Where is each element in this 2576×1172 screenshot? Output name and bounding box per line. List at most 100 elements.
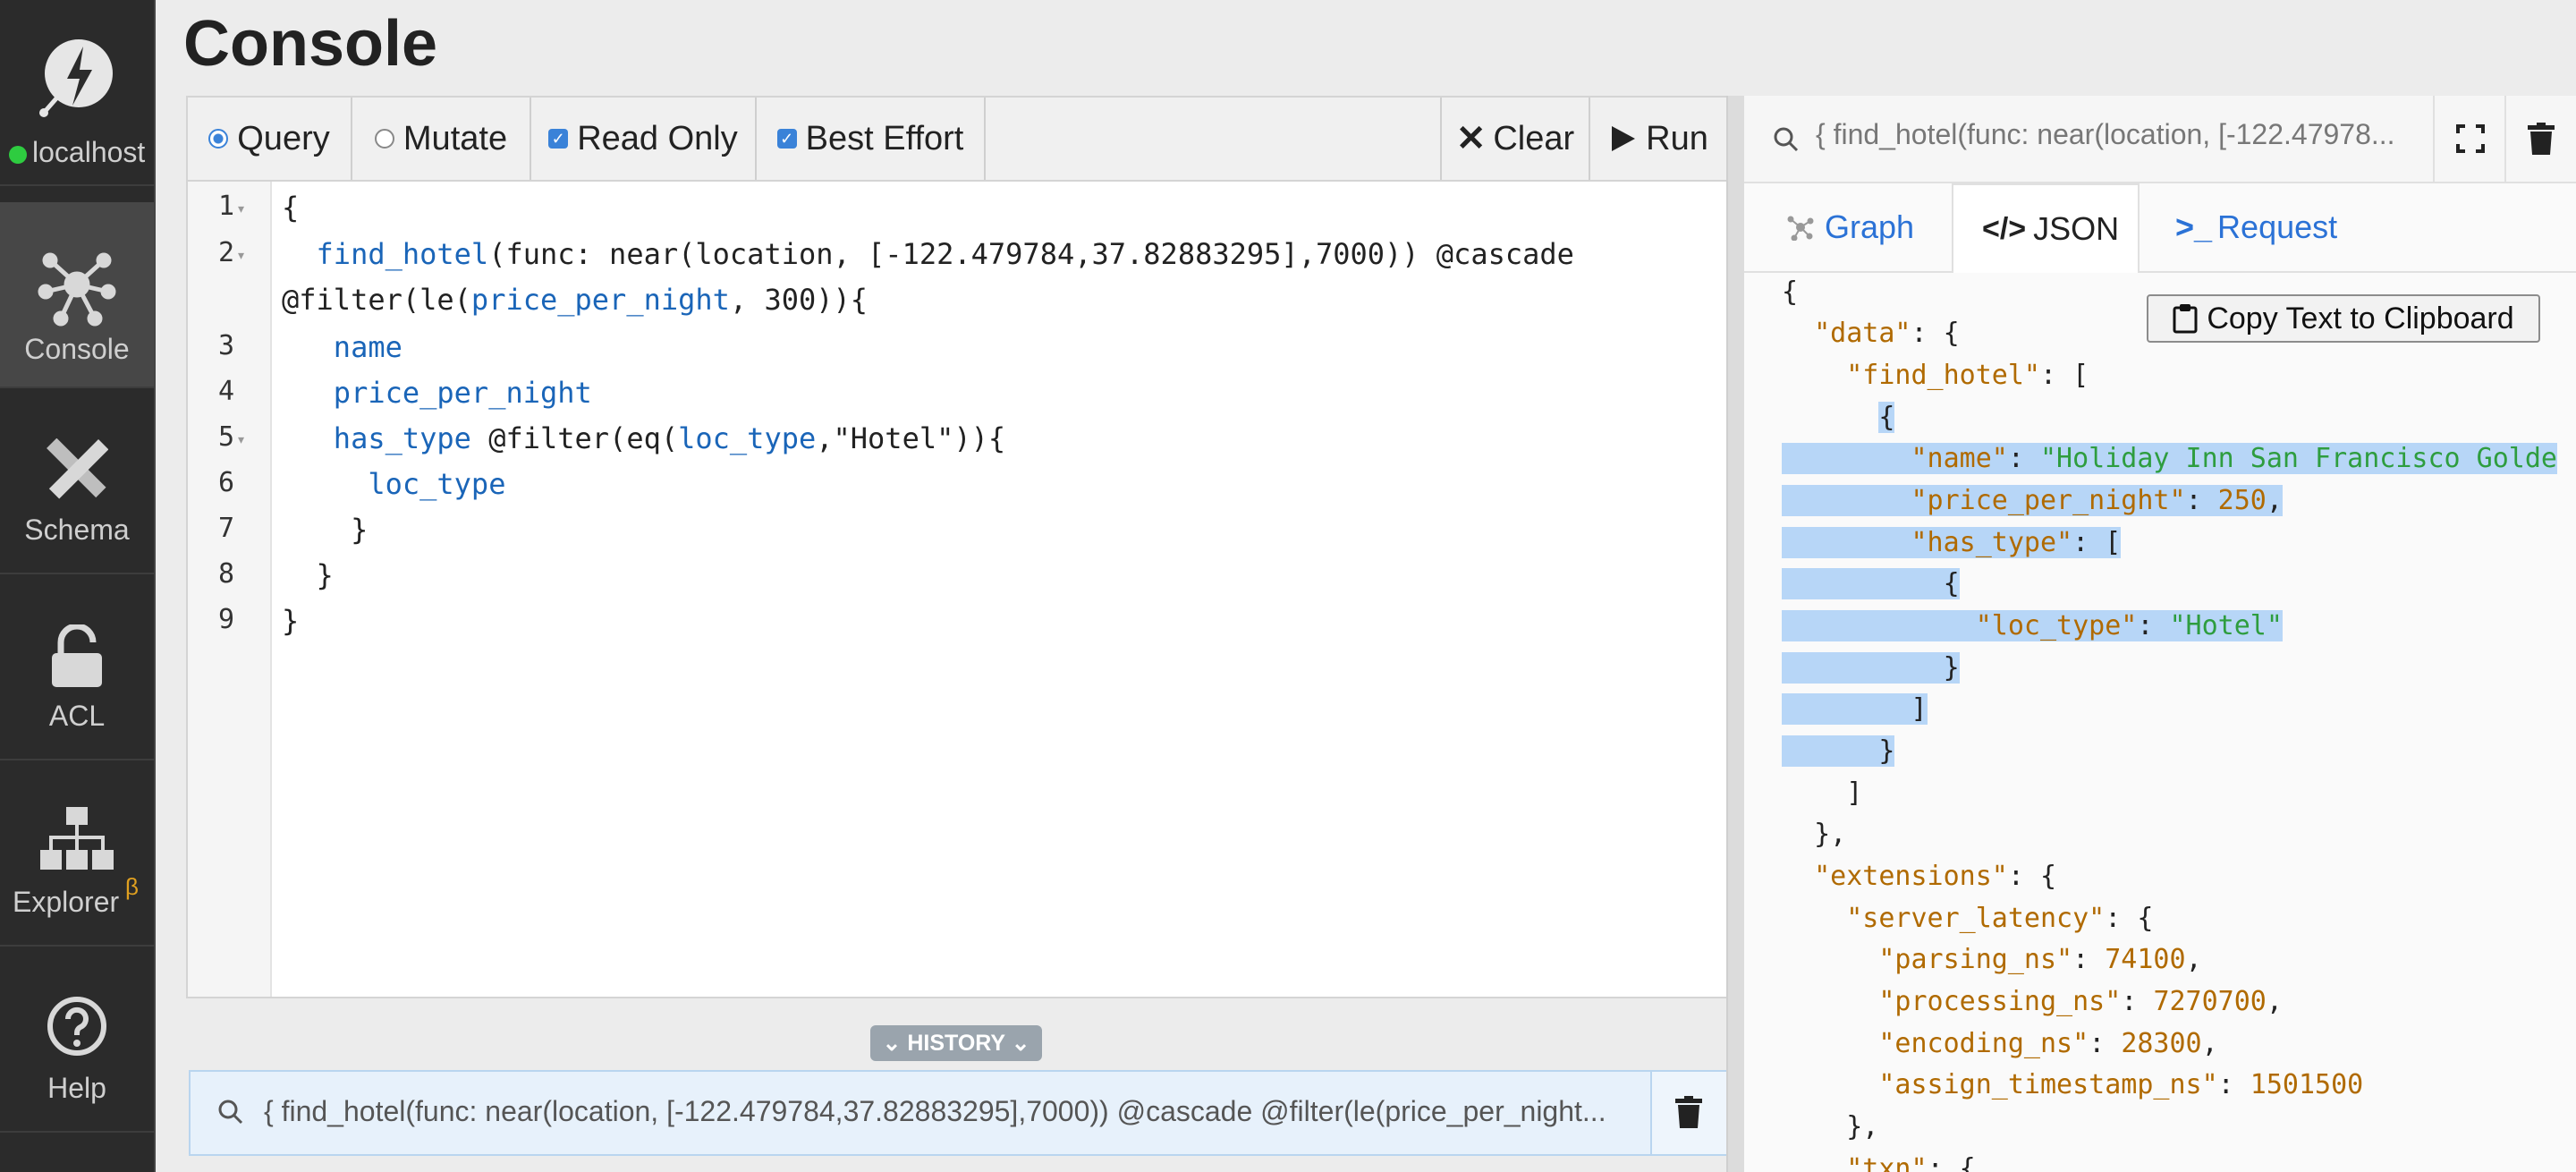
json-line: "data": { bbox=[1814, 318, 1960, 349]
sidebar-item-help[interactable]: Help bbox=[0, 947, 154, 1133]
checkbox-checked-icon: ✓ bbox=[776, 129, 797, 149]
result-tabs: Graph </> JSON >_ Request bbox=[1744, 183, 2576, 273]
json-line: } bbox=[1782, 735, 1895, 767]
tab-label: Request bbox=[2217, 208, 2338, 245]
trash-icon bbox=[1675, 1096, 1702, 1128]
search-icon bbox=[1774, 127, 1799, 152]
run-button[interactable]: Run bbox=[1589, 98, 1728, 180]
read-only-label: Read Only bbox=[577, 119, 738, 157]
line-number: 1 bbox=[217, 191, 234, 222]
server-status[interactable]: localhost bbox=[0, 0, 154, 186]
tab-request[interactable]: >_ Request bbox=[2175, 183, 2337, 271]
code-line: } bbox=[282, 558, 334, 592]
line-number-gutter: 1 ▾ 2 ▾ 3 4 5 ▾ 6 7 8 9 bbox=[188, 182, 272, 997]
json-line: }, bbox=[1782, 819, 1847, 850]
server-name: localhost bbox=[32, 136, 146, 168]
sidebar: localhost Console Schema ACL Explorer β … bbox=[0, 0, 156, 1172]
line-number: 4 bbox=[217, 376, 234, 407]
tab-label: Graph bbox=[1825, 208, 1915, 245]
query-mode-radio[interactable]: Query bbox=[188, 98, 352, 180]
code-icon: </> bbox=[1982, 211, 2027, 246]
json-line: "assign_timestamp_ns": 1501500 bbox=[1878, 1069, 2364, 1100]
history-entry[interactable]: { find_hotel(func: near(location, [-122.… bbox=[189, 1070, 1729, 1156]
history-label: HISTORY bbox=[907, 1031, 1005, 1056]
graph-icon bbox=[1787, 216, 1814, 241]
delete-history-button[interactable] bbox=[1650, 1072, 1727, 1154]
read-only-checkbox[interactable]: ✓ Read Only bbox=[531, 98, 757, 180]
json-line: "txn": { bbox=[1846, 1153, 1976, 1172]
code-line: find_hotel(func: near(location, [-122.47… bbox=[316, 237, 1574, 271]
help-icon bbox=[47, 997, 106, 1056]
line-number: 7 bbox=[217, 513, 234, 544]
code-line: } bbox=[282, 513, 369, 547]
code-line: price_per_night bbox=[282, 376, 592, 410]
copy-to-clipboard-button[interactable]: Copy Text to Clipboard bbox=[2147, 294, 2540, 343]
expand-icon bbox=[2456, 124, 2485, 153]
unlock-icon bbox=[52, 624, 102, 687]
terminal-icon: >_ bbox=[2175, 208, 2213, 245]
fold-arrow-icon[interactable]: ▾ bbox=[238, 201, 244, 217]
line-number: 9 bbox=[217, 604, 234, 635]
code-line: loc_type bbox=[282, 467, 506, 501]
clear-label: Clear bbox=[1493, 119, 1575, 157]
line-number: 6 bbox=[217, 467, 234, 498]
close-icon: ✕ bbox=[1455, 119, 1487, 158]
sidebar-item-label: Help bbox=[47, 1072, 106, 1104]
clipboard-icon bbox=[2173, 304, 2198, 334]
json-line: ] bbox=[1782, 693, 1928, 725]
code-line: { bbox=[282, 191, 300, 225]
sidebar-item-label: ACL bbox=[48, 700, 106, 732]
delete-result-button[interactable] bbox=[2504, 96, 2576, 182]
fold-arrow-icon[interactable]: ▾ bbox=[238, 432, 244, 447]
json-line: "price_per_night": 250, bbox=[1782, 481, 2283, 521]
clear-button[interactable]: ✕ Clear bbox=[1440, 98, 1589, 180]
fold-arrow-icon[interactable]: ▾ bbox=[238, 248, 244, 263]
json-line: "extensions": { bbox=[1814, 861, 2057, 892]
fullscreen-button[interactable] bbox=[2433, 96, 2506, 182]
code-line: } bbox=[282, 604, 300, 638]
json-line: }, bbox=[1782, 1111, 1879, 1142]
json-output[interactable]: { "data": { "find_hotel": [ { "name": "H… bbox=[1744, 273, 2576, 1172]
sidebar-item-console[interactable]: Console bbox=[0, 202, 154, 388]
json-line: { bbox=[1782, 276, 1799, 308]
query-editor-panel: Query Mutate ✓ Read Only ✓ Best Effort ✕… bbox=[186, 96, 1730, 998]
results-query-text: { find_hotel(func: near(location, [-122.… bbox=[1816, 118, 2395, 150]
history-query-text: { find_hotel(func: near(location, [-122.… bbox=[264, 1095, 1606, 1127]
copy-label: Copy Text to Clipboard bbox=[2207, 301, 2514, 335]
nodes-icon bbox=[38, 252, 116, 327]
mutate-mode-radio[interactable]: Mutate bbox=[352, 98, 531, 180]
line-number: 3 bbox=[217, 330, 234, 361]
json-line: } bbox=[1782, 652, 1960, 684]
tab-label: JSON bbox=[2033, 210, 2120, 247]
json-line: "loc_type": "Hotel" bbox=[1782, 607, 2283, 646]
history-toggle[interactable]: ⌄ HISTORY ⌄ bbox=[870, 1025, 1042, 1061]
sidebar-item-label: Schema bbox=[24, 514, 130, 546]
json-line: "find_hotel": [ bbox=[1846, 360, 2089, 391]
search-icon bbox=[218, 1100, 243, 1125]
sidebar-item-explorer[interactable]: Explorer β bbox=[0, 760, 154, 947]
chevron-down-icon: ⌄ bbox=[882, 1031, 902, 1056]
json-line: "name": "Holiday Inn San Francisco Golde bbox=[1782, 439, 2557, 479]
play-icon bbox=[1612, 126, 1636, 151]
json-line: "processing_ns": 7270700, bbox=[1878, 986, 2283, 1017]
sitemap-icon bbox=[40, 807, 114, 870]
json-line: "server_latency": { bbox=[1846, 903, 2154, 934]
code-editor[interactable]: { find_hotel(func: near(location, [-122.… bbox=[270, 182, 1728, 997]
panel-splitter[interactable] bbox=[1726, 96, 1746, 1172]
tab-graph[interactable]: Graph bbox=[1787, 183, 1914, 271]
json-line: { bbox=[1782, 568, 1960, 599]
json-line: "encoding_ns": 28300, bbox=[1878, 1028, 2218, 1059]
tab-json[interactable]: </> JSON bbox=[1952, 183, 2140, 273]
sidebar-item-schema[interactable]: Schema bbox=[0, 388, 154, 574]
json-line: "has_type": [ bbox=[1782, 523, 2122, 563]
online-status-dot bbox=[9, 146, 27, 164]
sidebar-item-acl[interactable]: ACL bbox=[0, 574, 154, 760]
json-line: "parsing_ns": 74100, bbox=[1878, 944, 2202, 975]
best-effort-checkbox[interactable]: ✓ Best Effort bbox=[757, 98, 986, 180]
editor-toolbar: Query Mutate ✓ Read Only ✓ Best Effort ✕… bbox=[188, 98, 1728, 182]
radio-selected-icon bbox=[208, 129, 229, 149]
beta-badge: β bbox=[125, 873, 139, 900]
chevron-down-icon: ⌄ bbox=[1011, 1031, 1030, 1056]
best-effort-label: Best Effort bbox=[805, 119, 964, 157]
results-header: { find_hotel(func: near(location, [-122.… bbox=[1744, 96, 2576, 183]
